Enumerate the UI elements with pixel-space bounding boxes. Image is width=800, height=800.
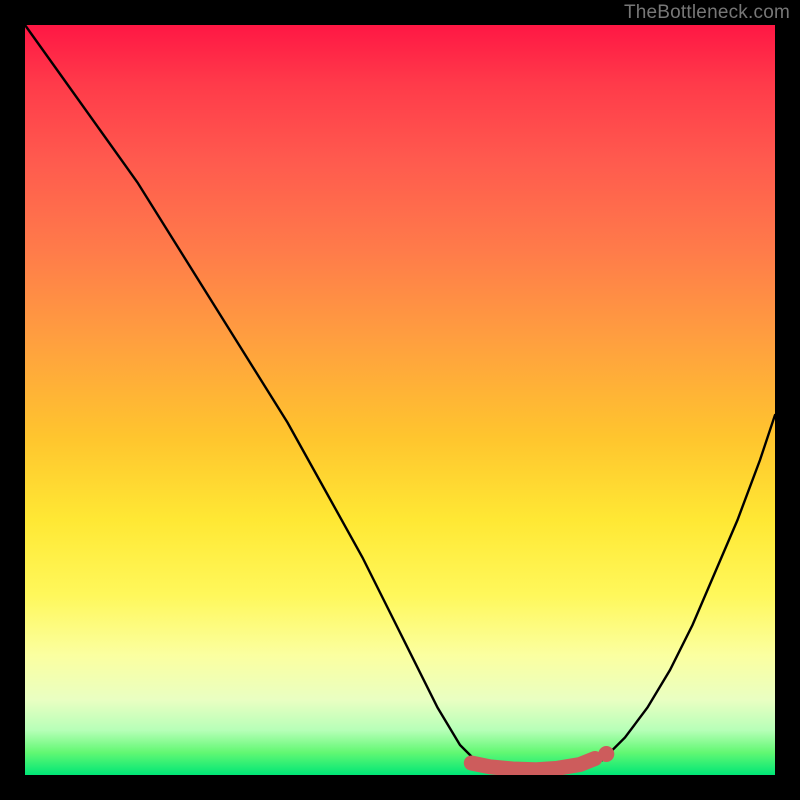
watermark-text: TheBottleneck.com [624,2,790,24]
highlight-band [471,759,595,770]
chart-frame: TheBottleneck.com [0,0,800,800]
bottleneck-curve [25,25,775,772]
chart-svg [25,25,775,775]
highlight-marker [598,746,614,762]
plot-area [25,25,775,775]
